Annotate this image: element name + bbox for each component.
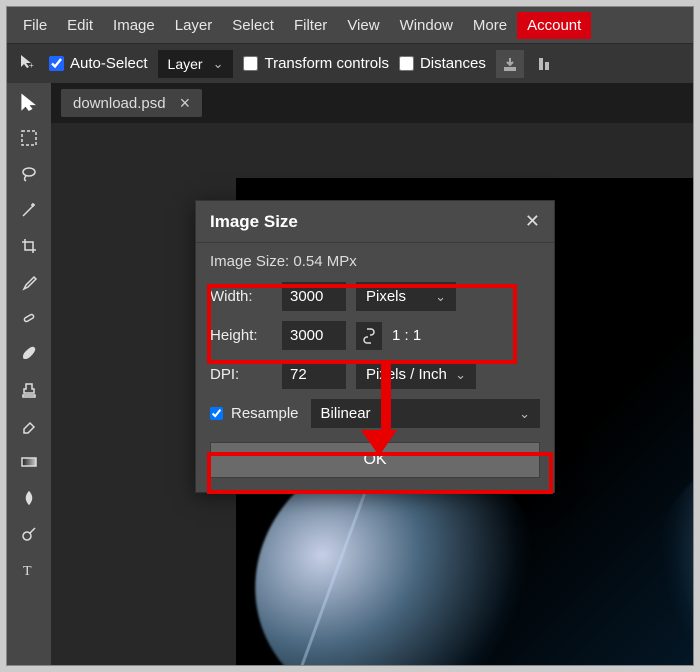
chevron-down-icon: ⌄ bbox=[213, 56, 224, 72]
brush-tool-icon[interactable] bbox=[14, 341, 44, 367]
document-tab[interactable]: download.psd × bbox=[61, 89, 202, 117]
dpi-input[interactable] bbox=[282, 360, 346, 389]
aspect-ratio: 1 : 1 bbox=[392, 327, 421, 344]
image-size-text: Image Size: 0.54 MPx bbox=[210, 253, 540, 270]
width-row: Width: Pixels ⌄ bbox=[210, 282, 540, 311]
move-tool-icon[interactable] bbox=[14, 89, 44, 115]
link-dimensions-icon[interactable] bbox=[356, 322, 382, 350]
resample-method-dropdown[interactable]: Bilinear ⌄ bbox=[311, 399, 540, 428]
height-label: Height: bbox=[210, 327, 272, 344]
close-icon[interactable]: ✕ bbox=[525, 211, 540, 232]
transform-controls-checkbox[interactable]: Transform controls bbox=[243, 55, 388, 72]
resample-checkbox[interactable] bbox=[210, 407, 223, 420]
menu-more[interactable]: More bbox=[463, 13, 517, 38]
width-unit-dropdown[interactable]: Pixels ⌄ bbox=[356, 282, 456, 311]
target-value: Layer bbox=[168, 56, 203, 72]
distances-checkbox[interactable]: Distances bbox=[399, 55, 486, 72]
close-icon[interactable]: × bbox=[180, 94, 191, 112]
menu-layer[interactable]: Layer bbox=[165, 13, 223, 38]
download-icon[interactable] bbox=[496, 50, 524, 78]
type-tool-icon[interactable]: T bbox=[14, 557, 44, 583]
gradient-tool-icon[interactable] bbox=[14, 449, 44, 475]
dialog-title: Image Size bbox=[210, 212, 298, 232]
stamp-tool-icon[interactable] bbox=[14, 377, 44, 403]
menubar: File Edit Image Layer Select Filter View… bbox=[7, 7, 693, 43]
width-input[interactable] bbox=[282, 282, 346, 311]
menu-image[interactable]: Image bbox=[103, 13, 165, 38]
chevron-down-icon: ⌄ bbox=[519, 406, 530, 422]
chevron-down-icon: ⌄ bbox=[455, 367, 466, 383]
auto-select-input[interactable] bbox=[49, 56, 64, 71]
width-unit-value: Pixels bbox=[366, 288, 406, 305]
svg-text:T: T bbox=[23, 564, 32, 579]
menu-filter[interactable]: Filter bbox=[284, 13, 337, 38]
menu-view[interactable]: View bbox=[337, 13, 389, 38]
menu-edit[interactable]: Edit bbox=[57, 13, 103, 38]
dodge-tool-icon[interactable] bbox=[14, 521, 44, 547]
annotation-arrow-icon bbox=[374, 360, 397, 456]
width-label: Width: bbox=[210, 288, 272, 305]
resample-method-value: Bilinear bbox=[321, 405, 371, 422]
height-row: Height: 1 : 1 bbox=[210, 321, 540, 350]
dialog-titlebar[interactable]: Image Size ✕ bbox=[196, 201, 554, 243]
distances-input[interactable] bbox=[399, 56, 414, 71]
lasso-tool-icon[interactable] bbox=[14, 161, 44, 187]
auto-select-label: Auto-Select bbox=[70, 55, 148, 72]
transform-controls-label: Transform controls bbox=[264, 55, 388, 72]
target-dropdown[interactable]: Layer ⌄ bbox=[158, 50, 234, 78]
options-bar: + Auto-Select Layer ⌄ Transform controls… bbox=[7, 43, 693, 83]
transform-controls-input[interactable] bbox=[243, 56, 258, 71]
menu-account[interactable]: Account bbox=[517, 12, 591, 39]
image-decoration bbox=[298, 464, 376, 666]
marquee-tool-icon[interactable] bbox=[14, 125, 44, 151]
document-tabs: download.psd × bbox=[51, 83, 212, 123]
auto-select-checkbox[interactable]: Auto-Select bbox=[49, 55, 148, 72]
menu-select[interactable]: Select bbox=[222, 13, 284, 38]
tab-filename: download.psd bbox=[73, 95, 166, 112]
eyedropper-tool-icon[interactable] bbox=[14, 269, 44, 295]
blur-tool-icon[interactable] bbox=[14, 485, 44, 511]
distances-label: Distances bbox=[420, 55, 486, 72]
svg-text:+: + bbox=[29, 61, 34, 69]
wand-tool-icon[interactable] bbox=[14, 197, 44, 223]
eraser-tool-icon[interactable] bbox=[14, 413, 44, 439]
dpi-label: DPI: bbox=[210, 366, 272, 383]
healing-tool-icon[interactable] bbox=[14, 305, 44, 331]
align-icon[interactable] bbox=[534, 50, 562, 78]
resample-label: Resample bbox=[231, 405, 299, 422]
menu-window[interactable]: Window bbox=[390, 13, 463, 38]
height-input[interactable] bbox=[282, 321, 346, 350]
toolbox: T bbox=[7, 83, 51, 666]
move-tool-icon: + bbox=[15, 53, 39, 74]
crop-tool-icon[interactable] bbox=[14, 233, 44, 259]
menu-file[interactable]: File bbox=[13, 13, 57, 38]
chevron-down-icon: ⌄ bbox=[435, 289, 446, 305]
